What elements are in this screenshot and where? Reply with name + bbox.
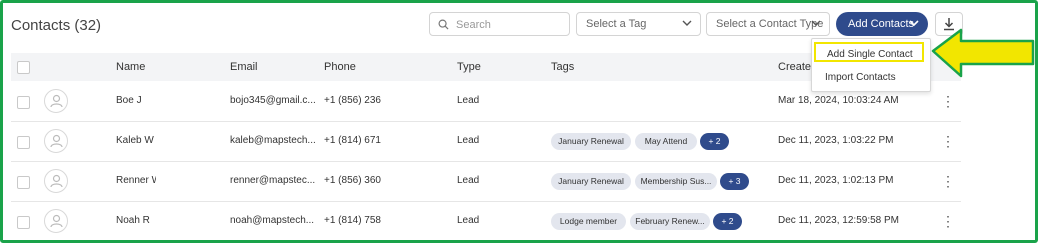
contact-type: Lead	[457, 135, 480, 146]
add-contacts-button[interactable]: Add Contacts	[836, 12, 928, 36]
row-menu-icon[interactable]: ⋮	[941, 174, 955, 188]
search-icon	[438, 19, 449, 30]
contact-name[interactable]: Renner W	[116, 175, 156, 186]
contact-type: Lead	[457, 175, 480, 186]
contacts-panel: Contacts (32) Select a Tag Select a Cont…	[0, 0, 1038, 243]
row-checkbox[interactable]	[17, 216, 30, 229]
contact-email: kaleb@mapstech...	[230, 135, 315, 146]
table-row[interactable]: Renner W renner@mapstec... +1 (856) 360 …	[11, 162, 961, 202]
column-phone[interactable]: Phone	[324, 61, 356, 73]
row-checkbox[interactable]	[17, 136, 30, 149]
avatar	[44, 89, 68, 113]
table-row[interactable]: Noah R noah@mapstech... +1 (814) 758 Lea…	[11, 202, 961, 240]
contact-type: Lead	[457, 215, 480, 226]
row-checkbox[interactable]	[17, 96, 30, 109]
chevron-down-icon	[811, 20, 821, 26]
contact-email: renner@mapstec...	[230, 175, 315, 186]
tag-badge: January Renewal	[551, 173, 631, 190]
menu-item-import-contacts[interactable]: Import Contacts	[814, 67, 924, 87]
row-checkbox[interactable]	[17, 176, 30, 189]
contact-email: bojo345@gmail.c...	[230, 95, 315, 106]
select-all-checkbox[interactable]	[17, 61, 30, 74]
contact-phone: +1 (814) 758	[324, 215, 381, 226]
user-icon	[50, 134, 63, 148]
avatar	[44, 169, 68, 193]
column-type[interactable]: Type	[457, 61, 481, 73]
tag-badge: February Renew...	[630, 213, 710, 230]
user-icon	[50, 174, 63, 188]
chevron-down-icon	[682, 20, 692, 26]
tag-badge: May Attend	[635, 133, 697, 150]
column-tags[interactable]: Tags	[551, 61, 574, 73]
column-name[interactable]: Name	[116, 61, 145, 73]
table-row[interactable]: Kaleb W kaleb@mapstech... +1 (814) 671 L…	[11, 122, 961, 162]
menu-item-add-single-contact[interactable]: Add Single Contact	[814, 42, 924, 62]
contact-phone: +1 (856) 236	[324, 95, 381, 106]
contact-email: noah@mapstech...	[230, 215, 315, 226]
contact-created: Mar 18, 2024, 10:03:24 AM	[778, 95, 899, 106]
tag-select[interactable]: Select a Tag	[576, 12, 701, 36]
search-box[interactable]	[429, 12, 570, 36]
contact-phone: +1 (814) 671	[324, 135, 381, 146]
tag-badge: January Renewal	[551, 133, 631, 150]
avatar	[44, 129, 68, 153]
row-menu-icon[interactable]: ⋮	[941, 94, 955, 108]
column-email[interactable]: Email	[230, 61, 258, 73]
contact-phone: +1 (856) 360	[324, 175, 381, 186]
more-tags-badge[interactable]: + 2	[700, 133, 729, 150]
row-menu-icon[interactable]: ⋮	[941, 214, 955, 228]
tag-select-label: Select a Tag	[586, 18, 647, 30]
search-input[interactable]	[454, 15, 568, 35]
tag-badge: Lodge member	[551, 213, 626, 230]
chevron-down-icon	[909, 20, 919, 27]
contact-type-select-label: Select a Contact Type	[716, 18, 824, 30]
contact-type: Lead	[457, 95, 480, 106]
contact-created: Dec 11, 2023, 1:03:22 PM	[778, 135, 894, 146]
page-title: Contacts (32)	[11, 17, 102, 34]
contact-name[interactable]: Noah R	[116, 215, 150, 226]
column-created[interactable]: Create	[778, 61, 811, 73]
contact-created: Dec 11, 2023, 12:59:58 PM	[778, 215, 900, 226]
more-tags-badge[interactable]: + 2	[713, 213, 742, 230]
tag-badge: Membership Sus...	[635, 173, 717, 190]
row-menu-icon[interactable]: ⋮	[941, 134, 955, 148]
pointer-arrow-icon	[931, 28, 1035, 78]
contact-created: Dec 11, 2023, 1:02:13 PM	[778, 175, 894, 186]
more-tags-badge[interactable]: + 3	[720, 173, 749, 190]
add-contacts-label: Add Contacts	[848, 18, 915, 30]
user-icon	[50, 94, 63, 108]
contact-type-select[interactable]: Select a Contact Type	[706, 12, 830, 36]
user-icon	[50, 214, 63, 228]
add-contacts-menu: Add Single Contact Import Contacts	[811, 38, 931, 92]
contact-name[interactable]: Boe J	[116, 95, 142, 106]
contact-name[interactable]: Kaleb W	[116, 135, 154, 146]
avatar	[44, 209, 68, 233]
